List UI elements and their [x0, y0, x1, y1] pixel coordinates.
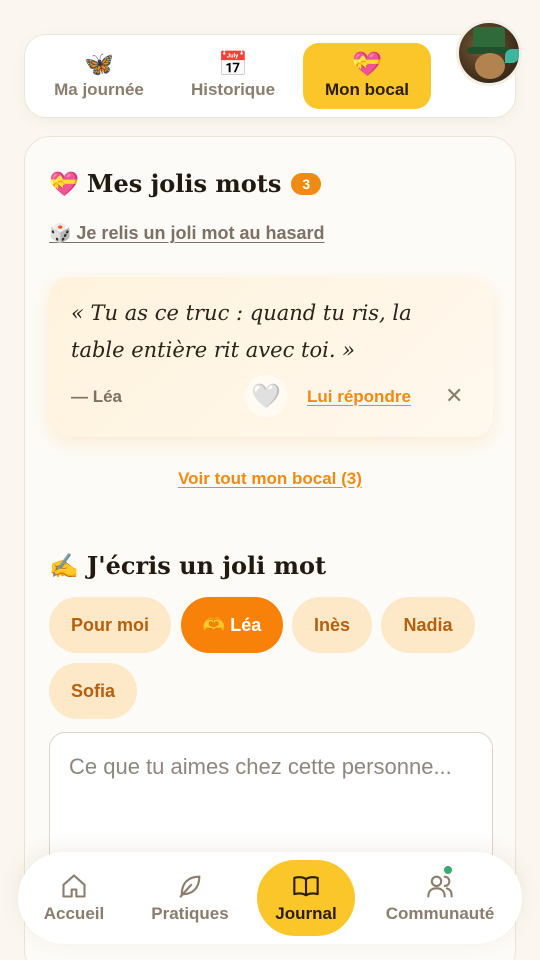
avatar-leaf [505, 49, 519, 63]
tab-ma-journee[interactable]: 🦋 Ma journée [35, 43, 163, 109]
nav-accueil[interactable]: Accueil [32, 860, 116, 936]
users-icon [427, 875, 453, 898]
count-badge: 3 [291, 172, 322, 195]
top-tab-bar: 🦋 Ma journée 📅 Historique 💝 Mon bocal [24, 34, 516, 118]
tab-label: Historique [190, 80, 276, 99]
heart-icon: 🤍 [251, 382, 281, 410]
quote-text: « Tu as ce truc : quand tu ris, la table… [71, 301, 412, 362]
nav-pratiques[interactable]: Pratiques [140, 860, 240, 936]
quote-card: « Tu as ce truc : quand tu ris, la table… [49, 277, 493, 437]
nav-label: Journal [275, 904, 337, 923]
tab-mon-bocal[interactable]: 💝 Mon bocal [303, 43, 431, 109]
chip-ines[interactable]: Inès [292, 597, 372, 653]
jolis-mots-title: 💝 Mes jolis mots 3 [49, 169, 322, 198]
gift-heart-icon: 💝 [49, 169, 79, 198]
home-icon [62, 874, 86, 898]
write-title: ✍️ J'écris un joli mot [49, 551, 326, 580]
chip-lea[interactable]: 🫶 Léa [181, 597, 283, 653]
write-title-text: J'écris un joli mot [86, 551, 327, 580]
reply-link[interactable]: Lui répondre [307, 387, 411, 407]
nav-communaute[interactable]: Communauté [374, 860, 506, 936]
close-icon[interactable]: ✕ [445, 383, 463, 409]
book-icon [293, 876, 319, 897]
tab-historique[interactable]: 📅 Historique [169, 43, 297, 109]
chip-nadia[interactable]: Nadia [381, 597, 475, 653]
bottom-nav: Accueil Pratiques Journal Communauté [18, 852, 522, 944]
avatar-hat [473, 27, 505, 49]
chip-sofia[interactable]: Sofia [49, 663, 137, 719]
gift-heart-icon: 💝 [352, 51, 382, 78]
leaf-icon [179, 875, 201, 898]
nav-label: Communauté [385, 904, 495, 923]
notification-dot [442, 864, 454, 876]
tab-label: Mon bocal [324, 80, 410, 99]
nav-label: Accueil [43, 904, 105, 923]
nav-label: Pratiques [151, 904, 229, 923]
see-all-link[interactable]: Voir tout mon bocal (3) [25, 469, 515, 489]
nav-journal[interactable]: Journal [257, 860, 355, 936]
butterfly-icon: 🦋 [84, 51, 114, 78]
tab-label: Ma journée [54, 80, 144, 99]
chip-pour-moi[interactable]: Pour moi [49, 597, 171, 653]
avatar[interactable] [456, 20, 522, 86]
calendar-icon: 📅 [218, 51, 248, 78]
writing-hand-icon: ✍️ [49, 551, 79, 580]
heart-button[interactable]: 🤍 [245, 375, 287, 417]
jolis-mots-title-text: Mes jolis mots [86, 169, 282, 198]
avatar-face [475, 53, 505, 79]
random-joli-mot-link[interactable]: 🎲 Je relis un joli mot au hasard [49, 223, 324, 244]
quote-author: — Léa [71, 387, 123, 406]
main-card: 💝 Mes jolis mots 3 🎲 Je relis un joli mo… [24, 136, 516, 960]
